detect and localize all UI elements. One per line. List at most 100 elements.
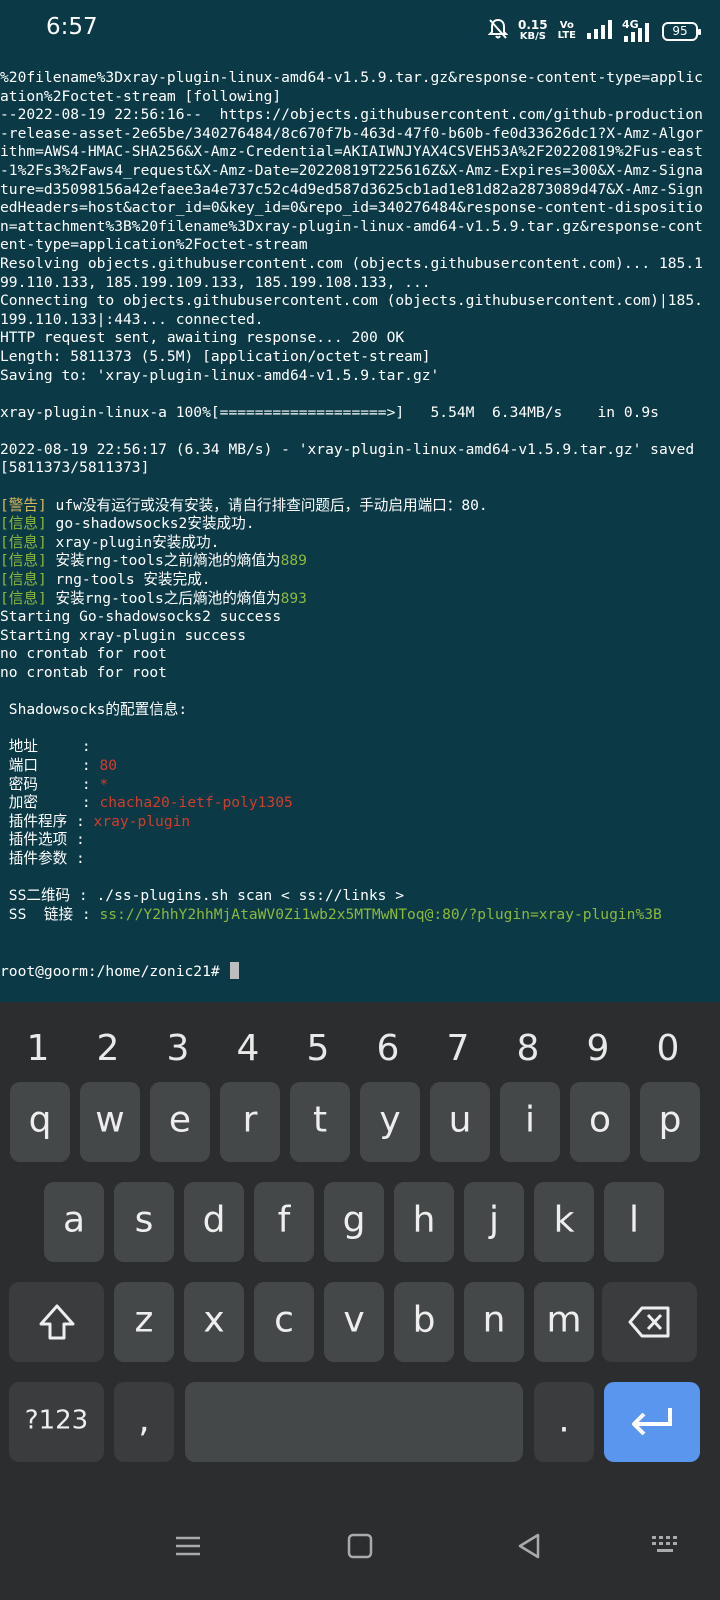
terminal-colored-text: 889 (280, 552, 307, 570)
terminal-colored-text: [信息] (0, 571, 47, 589)
key-y[interactable]: y (360, 1082, 420, 1162)
terminal-line: 端口 : 80 (0, 757, 720, 776)
terminal-text: 99.110.133, 185.199.109.133, 185.199.108… (0, 273, 431, 291)
key-5[interactable]: 5 (288, 1020, 348, 1078)
terminal-cursor (230, 961, 240, 979)
terminal-text: ufw没有运行或没有安装，请自行排查问题后，手动启用端口：80. (46, 496, 488, 514)
key-o[interactable]: o (570, 1082, 630, 1162)
key-l[interactable]: l (604, 1182, 664, 1262)
key-f[interactable]: f (254, 1182, 314, 1262)
keyboard-switch-icon[interactable] (648, 1528, 684, 1568)
recent-apps-icon[interactable] (170, 1528, 206, 1568)
key-r[interactable]: r (220, 1082, 280, 1162)
key-g[interactable]: g (324, 1182, 384, 1262)
key-a[interactable]: a (44, 1182, 104, 1262)
key-w[interactable]: w (80, 1082, 140, 1162)
status-icons: 0.15 KB/S Vo LTE 4G 95 (487, 18, 701, 44)
key-u[interactable]: u (430, 1082, 490, 1162)
shift-key[interactable] (9, 1282, 104, 1362)
terminal-text: ture=d35098156a42efaee3a4e737c52c4d9ed58… (0, 180, 703, 198)
terminal-text: %20filename%3Dxray-plugin-linux-amd64-v1… (0, 69, 703, 86)
key-9[interactable]: 9 (568, 1020, 628, 1078)
terminal-line: 插件参数 : (0, 850, 720, 869)
key-p[interactable]: p (640, 1082, 700, 1162)
terminal-text: edHeaders=host&actor_id=0&key_id=0&repo_… (0, 199, 703, 217)
terminal-line: 加密 : chacha20-ietf-poly1305 (0, 794, 720, 813)
key-2[interactable]: 2 (78, 1020, 138, 1078)
key-q[interactable]: q (10, 1082, 70, 1162)
terminal-line: 插件程序 : xray-plugin (0, 813, 720, 832)
terminal-text: 安装rng-tools之前熵池的熵值为 (46, 552, 281, 570)
terminal-line: -1%2Fs3%2Faws4_request&X-Amz-Date=202208… (0, 162, 720, 181)
key-t[interactable]: t (290, 1082, 350, 1162)
terminal-colored-text: [信息] (0, 552, 47, 570)
status-bar: 6:57 0.15 KB/S Vo LTE 4G 95 (0, 0, 720, 58)
terminal-output[interactable]: %20filename%3Dxray-plugin-linux-amd64-v1… (0, 58, 720, 1002)
key-6[interactable]: 6 (358, 1020, 418, 1078)
enter-key[interactable] (604, 1382, 700, 1462)
terminal-prompt-line[interactable]: root@goorm:/home/zonic21# (0, 961, 720, 981)
terminal-line: %20filename%3Dxray-plugin-linux-amd64-v1… (0, 69, 720, 88)
key-x[interactable]: x (184, 1282, 244, 1362)
key-0[interactable]: 0 (638, 1020, 698, 1078)
terminal-text: 加密 : (0, 794, 100, 812)
key-8[interactable]: 8 (498, 1020, 558, 1078)
terminal-text: Resolving objects.githubusercontent.com … (0, 254, 703, 272)
key-z[interactable]: z (114, 1282, 174, 1362)
key-s[interactable]: s (114, 1182, 174, 1262)
key-h[interactable]: h (394, 1182, 454, 1262)
terminal-text: ent-type=application%2Foctet-stream (0, 236, 308, 254)
terminal-line: [信息] go-shadowsocks2安装成功. (0, 515, 720, 534)
key-e[interactable]: e (150, 1082, 210, 1162)
terminal-text: no crontab for root (0, 645, 167, 663)
key-c[interactable]: c (254, 1282, 314, 1362)
key-4[interactable]: 4 (218, 1020, 278, 1078)
terminal-line: Shadowsocks的配置信息: (0, 701, 720, 720)
symbols-key[interactable]: ?123 (9, 1382, 104, 1462)
back-icon[interactable] (512, 1528, 548, 1568)
key-j[interactable]: j (464, 1182, 524, 1262)
comma-key[interactable]: , (114, 1382, 174, 1462)
key-d[interactable]: d (184, 1182, 244, 1262)
terminal-text: rng-tools 安装完成. (46, 571, 211, 589)
terminal-line: Saving to: 'xray-plugin-linux-amd64-v1.5… (0, 367, 720, 386)
terminal-line: 密码 : * (0, 776, 720, 795)
key-7[interactable]: 7 (428, 1020, 488, 1078)
key-k[interactable]: k (534, 1182, 594, 1262)
key-m[interactable]: m (534, 1282, 594, 1362)
terminal-colored-text: ss://Y2hhY2hhMjAtaWV0Zi1wb2x5MTMwNToq@:8… (99, 905, 662, 923)
period-key[interactable]: . (534, 1382, 594, 1462)
terminal-line: [信息] xray-plugin安装成功. (0, 534, 720, 553)
terminal-colored-text: 80 (99, 756, 118, 774)
key-1[interactable]: 1 (8, 1020, 68, 1078)
key-b[interactable]: b (394, 1282, 454, 1362)
terminal-text: --2022-08-19 22:56:16-- https://objects.… (0, 106, 703, 124)
4g-signal-icon: 4G (622, 18, 652, 42)
terminal-line: SS二维码 : ./ss-plugins.sh scan < ss://link… (0, 887, 720, 906)
terminal-text: HTTP request sent, awaiting response... … (0, 329, 405, 347)
key-v[interactable]: v (324, 1282, 384, 1362)
backspace-key[interactable] (602, 1282, 697, 1362)
terminal-text: Saving to: 'xray-plugin-linux-amd64-v1.5… (0, 366, 440, 384)
space-key[interactable] (185, 1382, 523, 1462)
terminal-text: 插件选项 : (0, 831, 85, 849)
notifications-off-icon (487, 18, 509, 44)
terminal-line: Starting Go-shadowsocks2 success (0, 608, 720, 627)
key-i[interactable]: i (500, 1082, 560, 1162)
terminal-text: Length: 5811373 (5.5M) [application/octe… (0, 347, 431, 365)
terminal-colored-text: [信息] (0, 533, 47, 551)
battery-icon: 95 (662, 21, 701, 41)
terminal-text: SS二维码 : ./ss-plugins.sh scan < ss://link… (0, 887, 405, 905)
terminal-line: ture=d35098156a42efaee3a4e737c52c4d9ed58… (0, 181, 720, 200)
terminal-line: Resolving objects.githubusercontent.com … (0, 255, 720, 274)
backspace-icon (628, 1304, 672, 1349)
key-3[interactable]: 3 (148, 1020, 208, 1078)
key-n[interactable]: n (464, 1282, 524, 1362)
home-icon[interactable] (342, 1528, 378, 1568)
terminal-colored-text: xray-plugin (93, 812, 191, 830)
shell-prompt: root@goorm:/home/zonic21# (0, 962, 229, 980)
